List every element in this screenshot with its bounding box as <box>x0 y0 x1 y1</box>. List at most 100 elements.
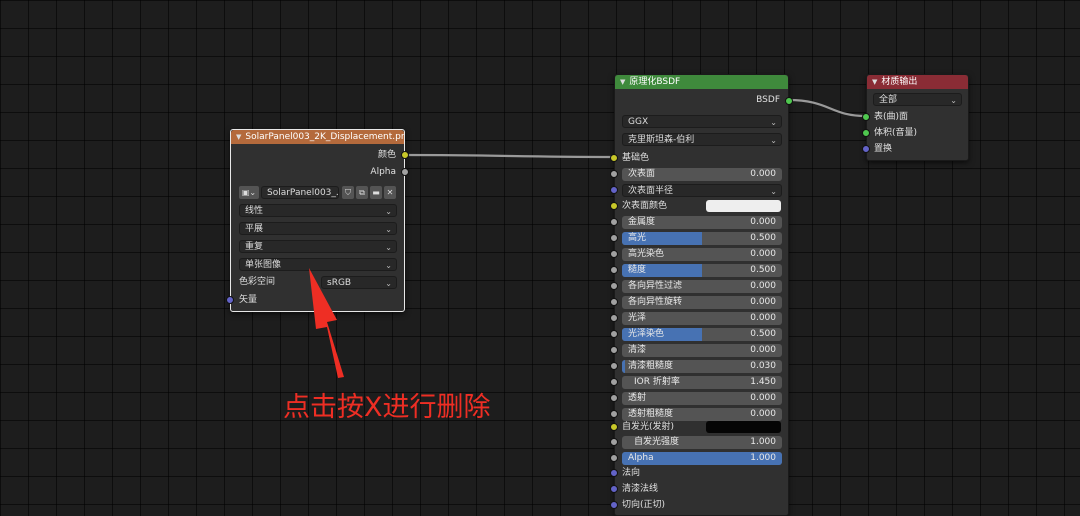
unlink-close-icon[interactable]: ✕ <box>384 186 396 199</box>
material-output-title: 材质输出 <box>881 77 918 87</box>
bsdf-field[interactable]: 金属度 0.000 <box>622 216 782 229</box>
interpolation-dropdown[interactable]: 线性 ⌄ <box>239 204 397 217</box>
socket-field-in[interactable] <box>610 394 618 402</box>
colorspace-label: 色彩空间 <box>239 277 276 287</box>
distribution-dropdown[interactable]: GGX ⌄ <box>622 115 782 128</box>
socket-surface-in[interactable] <box>862 113 870 121</box>
socket-alpha-out[interactable] <box>401 168 409 176</box>
socket-field-in[interactable] <box>610 218 618 226</box>
socket-field-in[interactable] <box>610 250 618 258</box>
open-folder-icon[interactable]: ▬ <box>370 186 382 199</box>
input-displacement: 置换 <box>874 144 893 154</box>
principled-bsdf-node[interactable]: ▼ 原理化BSDF BSDF GGX ⌄ 克里斯坦森-伯利 ⌄ 基础色 次表面 0.00… <box>614 74 789 516</box>
bsdf-field[interactable]: 高光染色 0.000 <box>622 248 782 261</box>
material-output-node-header[interactable]: ▼ 材质输出 <box>867 75 968 89</box>
fake-user-shield-icon[interactable]: ⛉ <box>342 186 354 199</box>
field-value: 0.000 <box>750 409 776 419</box>
field-label: 光泽染色 <box>628 329 665 339</box>
alpha-field[interactable]: Alpha 1.000 <box>622 452 782 465</box>
input-tangent: 切向(正切) <box>622 500 666 510</box>
bsdf-field[interactable]: 高光 0.500 <box>622 232 782 245</box>
bsdf-field[interactable]: 清漆 0.000 <box>622 344 782 357</box>
link-bsdf-to-surface <box>787 98 867 118</box>
bsdf-field[interactable]: 清漆粗糙度 0.030 <box>622 360 782 373</box>
field-value: 0.500 <box>750 233 776 243</box>
socket-volume-in[interactable] <box>862 129 870 137</box>
socket-emission-strength-in[interactable] <box>610 438 618 446</box>
field-label: IOR 折射率 <box>634 377 680 387</box>
socket-field-in[interactable] <box>610 330 618 338</box>
bsdf-field[interactable]: 光泽染色 0.500 <box>622 328 782 341</box>
socket-field-in[interactable] <box>610 346 618 354</box>
field-label: 高光 <box>628 233 647 243</box>
output-target-dropdown[interactable]: 全部 ⌄ <box>873 93 962 106</box>
bsdf-field[interactable]: IOR 折射率 1.450 <box>622 376 782 389</box>
socket-field-in[interactable] <box>610 298 618 306</box>
field-label: 糙度 <box>628 265 647 275</box>
bsdf-field[interactable]: 透射粗糙度 0.000 <box>622 408 782 421</box>
socket-emission-in[interactable] <box>610 423 618 431</box>
socket-clearcoat-normal-in[interactable] <box>610 485 618 493</box>
collapse-triangle-icon[interactable]: ▼ <box>236 133 241 141</box>
emission-strength-field[interactable]: 自发光强度 1.000 <box>622 436 782 449</box>
chevron-down-icon: ⌄ <box>385 261 392 270</box>
field-label: 清漆 <box>628 345 647 355</box>
material-output-node[interactable]: ▼ 材质输出 全部 ⌄ 表(曲)面 体积(音量) 置换 <box>866 74 969 161</box>
subsurface-color-swatch[interactable] <box>706 200 781 212</box>
socket-alpha-in[interactable] <box>610 454 618 462</box>
field-label: 光泽 <box>628 313 647 323</box>
extension-dropdown[interactable]: 重复 ⌄ <box>239 240 397 253</box>
field-value: 0.000 <box>750 345 776 355</box>
socket-field-in[interactable] <box>610 410 618 418</box>
subsurface-radius-dropdown[interactable]: 次表面半径 ⌄ <box>622 184 782 197</box>
emission-color-swatch[interactable] <box>706 421 781 433</box>
image-texture-node[interactable]: ▼ SolarPanel003_2K_Displacement.png 颜色 Al… <box>230 129 405 312</box>
bsdf-field[interactable]: 各向异性旋转 0.000 <box>622 296 782 309</box>
subsurface-field[interactable]: 次表面 0.000 <box>622 168 782 181</box>
bsdf-field[interactable]: 糙度 0.500 <box>622 264 782 277</box>
principled-bsdf-node-header[interactable]: ▼ 原理化BSDF <box>615 75 788 89</box>
field-label: 透射 <box>628 393 647 403</box>
link-color-to-basecolor <box>403 153 615 159</box>
socket-field-in[interactable] <box>610 314 618 322</box>
input-normal: 法向 <box>622 468 641 478</box>
source-dropdown[interactable]: 单张图像 ⌄ <box>239 258 397 271</box>
duplicate-icon[interactable]: ⧉ <box>356 186 368 199</box>
socket-subsurface-color-in[interactable] <box>610 202 618 210</box>
socket-displacement-in[interactable] <box>862 145 870 153</box>
chevron-down-icon: ⌄ <box>770 187 777 196</box>
socket-subsurface-in[interactable] <box>610 170 618 178</box>
socket-field-in[interactable] <box>610 282 618 290</box>
image-selector-row: ▣⌄ SolarPanel003_... ⛉ ⧉ ▬ ✕ <box>239 186 397 199</box>
socket-field-in[interactable] <box>610 362 618 370</box>
image-texture-node-header[interactable]: ▼ SolarPanel003_2K_Displacement.png <box>231 130 404 144</box>
socket-tangent-in[interactable] <box>610 501 618 509</box>
bsdf-field[interactable]: 光泽 0.000 <box>622 312 782 325</box>
bsdf-field[interactable]: 透射 0.000 <box>622 392 782 405</box>
socket-field-in[interactable] <box>610 266 618 274</box>
socket-field-in[interactable] <box>610 378 618 386</box>
colorspace-dropdown[interactable]: sRGB ⌄ <box>321 276 397 289</box>
socket-base-color-in[interactable] <box>610 154 618 162</box>
chevron-down-icon: ⌄ <box>950 96 957 105</box>
output-bsdf: BSDF <box>756 95 780 105</box>
field-value: 0.030 <box>750 361 776 371</box>
projection-dropdown[interactable]: 平展 ⌄ <box>239 222 397 235</box>
image-name-field[interactable]: SolarPanel003_... <box>261 186 339 199</box>
field-label: 金属度 <box>628 217 656 227</box>
socket-subsurface-radius-in[interactable] <box>610 186 618 194</box>
field-value: 0.000 <box>750 249 776 259</box>
socket-field-in[interactable] <box>610 234 618 242</box>
socket-vector-in[interactable] <box>226 296 234 304</box>
socket-normal-in[interactable] <box>610 469 618 477</box>
collapse-triangle-icon[interactable]: ▼ <box>872 78 877 86</box>
subsurface-method-dropdown[interactable]: 克里斯坦森-伯利 ⌄ <box>622 133 782 146</box>
bsdf-field[interactable]: 各向异性过滤 0.000 <box>622 280 782 293</box>
socket-bsdf-out[interactable] <box>785 97 793 105</box>
output-alpha: Alpha <box>370 167 396 177</box>
collapse-triangle-icon[interactable]: ▼ <box>620 78 625 86</box>
image-browse-icon[interactable]: ▣⌄ <box>239 186 259 199</box>
field-label: 各向异性过滤 <box>628 281 683 291</box>
principled-bsdf-title: 原理化BSDF <box>629 77 681 87</box>
socket-color-out[interactable] <box>401 151 409 159</box>
